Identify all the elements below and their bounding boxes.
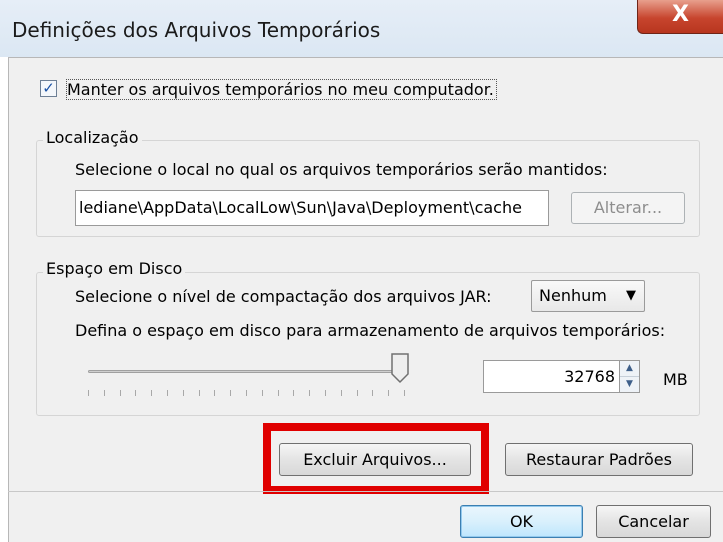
disk-space-label: Defina o espaço em disco para armazename… xyxy=(75,321,666,340)
slider-tick xyxy=(356,390,358,396)
cache-path-field[interactable]: lediane\AppData\LocalLow\Sun\Java\Deploy… xyxy=(75,190,549,226)
ok-button[interactable]: OK xyxy=(460,505,583,538)
slider-tick xyxy=(103,390,105,396)
slider-tick xyxy=(293,390,295,396)
compression-value: Nenhum xyxy=(539,286,607,305)
disk-size-field[interactable]: 32768 xyxy=(483,360,620,393)
chevron-down-icon: ▼ xyxy=(626,288,636,303)
slider-tick xyxy=(151,390,153,396)
location-instruction: Selecione o local no qual os arquivos te… xyxy=(75,160,608,179)
slider-tick xyxy=(309,390,311,396)
keep-files-checkbox[interactable]: ✓ xyxy=(40,80,57,97)
slider-tick xyxy=(388,390,390,396)
slider-tick xyxy=(246,390,247,396)
disk-size-spinner[interactable]: ▲ ▼ xyxy=(620,360,640,393)
window-title: Definições dos Arquivos Temporários xyxy=(12,18,381,42)
spin-down-icon[interactable]: ▼ xyxy=(620,377,639,392)
slider-tick xyxy=(135,390,137,396)
compression-select[interactable]: Nenhum ▼ xyxy=(531,280,645,312)
close-button[interactable]: X xyxy=(637,0,723,34)
slider-tick xyxy=(182,390,184,396)
slider-tick xyxy=(88,390,89,396)
slider-tick xyxy=(372,390,374,396)
change-location-button[interactable]: Alterar... xyxy=(571,192,685,224)
size-unit-label: MB xyxy=(663,370,688,389)
footer-separator xyxy=(8,491,723,492)
cancel-button[interactable]: Cancelar xyxy=(596,505,711,538)
restore-defaults-button[interactable]: Restaurar Padrões xyxy=(505,443,693,476)
highlight-box xyxy=(263,423,489,494)
slider-tick xyxy=(277,390,279,396)
slider-ticks xyxy=(88,390,406,398)
slider-tick xyxy=(340,390,342,396)
slider-tick xyxy=(325,390,326,396)
spin-up-icon[interactable]: ▲ xyxy=(620,361,639,377)
slider-tick xyxy=(261,390,263,396)
location-legend: Localização xyxy=(43,128,142,147)
disk-space-legend: Espaço em Disco xyxy=(43,259,186,278)
disk-space-slider-track[interactable] xyxy=(88,370,404,373)
slider-tick xyxy=(214,390,216,396)
slider-tick xyxy=(404,390,405,396)
keep-files-label[interactable]: Manter os arquivos temporários no meu co… xyxy=(66,79,497,100)
title-bar: Definições dos Arquivos Temporários xyxy=(0,0,723,57)
slider-tick xyxy=(119,390,121,396)
slider-tick xyxy=(198,390,200,396)
compression-label: Selecione o nível de compactação dos arq… xyxy=(75,287,492,306)
slider-tick xyxy=(230,390,232,396)
slider-thumb[interactable] xyxy=(390,352,410,384)
slider-tick xyxy=(167,390,168,396)
